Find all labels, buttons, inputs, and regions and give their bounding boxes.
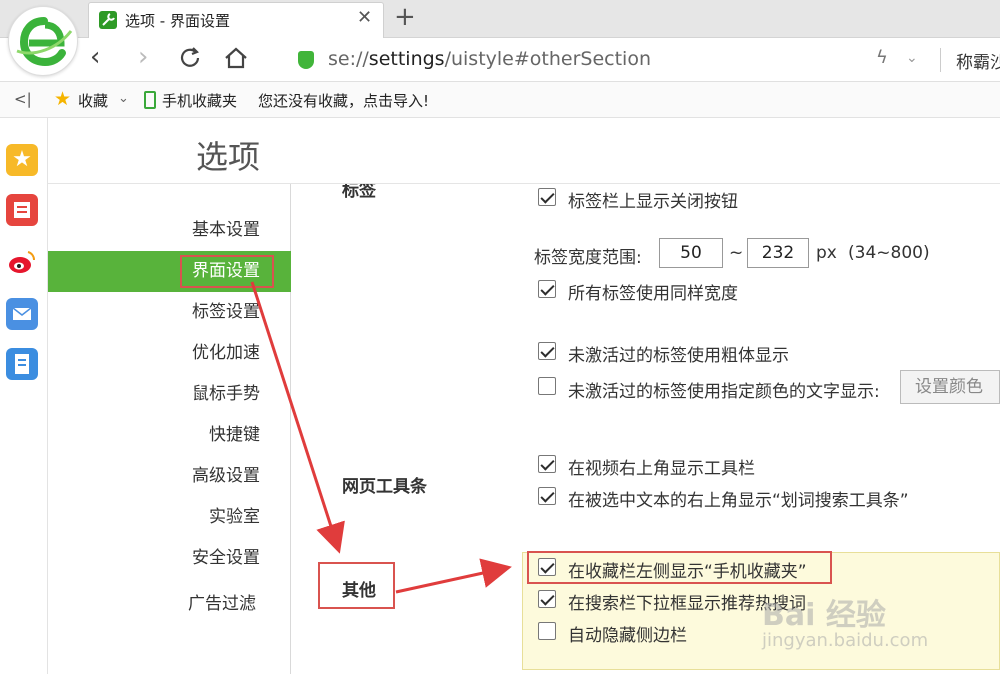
arrow-to-other	[250, 281, 345, 554]
annotation-arrows	[250, 281, 512, 594]
watermark-url: jingyan.baidu.com	[762, 630, 929, 651]
watermark: Bai 经验	[762, 598, 886, 633]
arrow-to-option	[395, 558, 512, 594]
browser-logo[interactable]	[8, 6, 78, 76]
